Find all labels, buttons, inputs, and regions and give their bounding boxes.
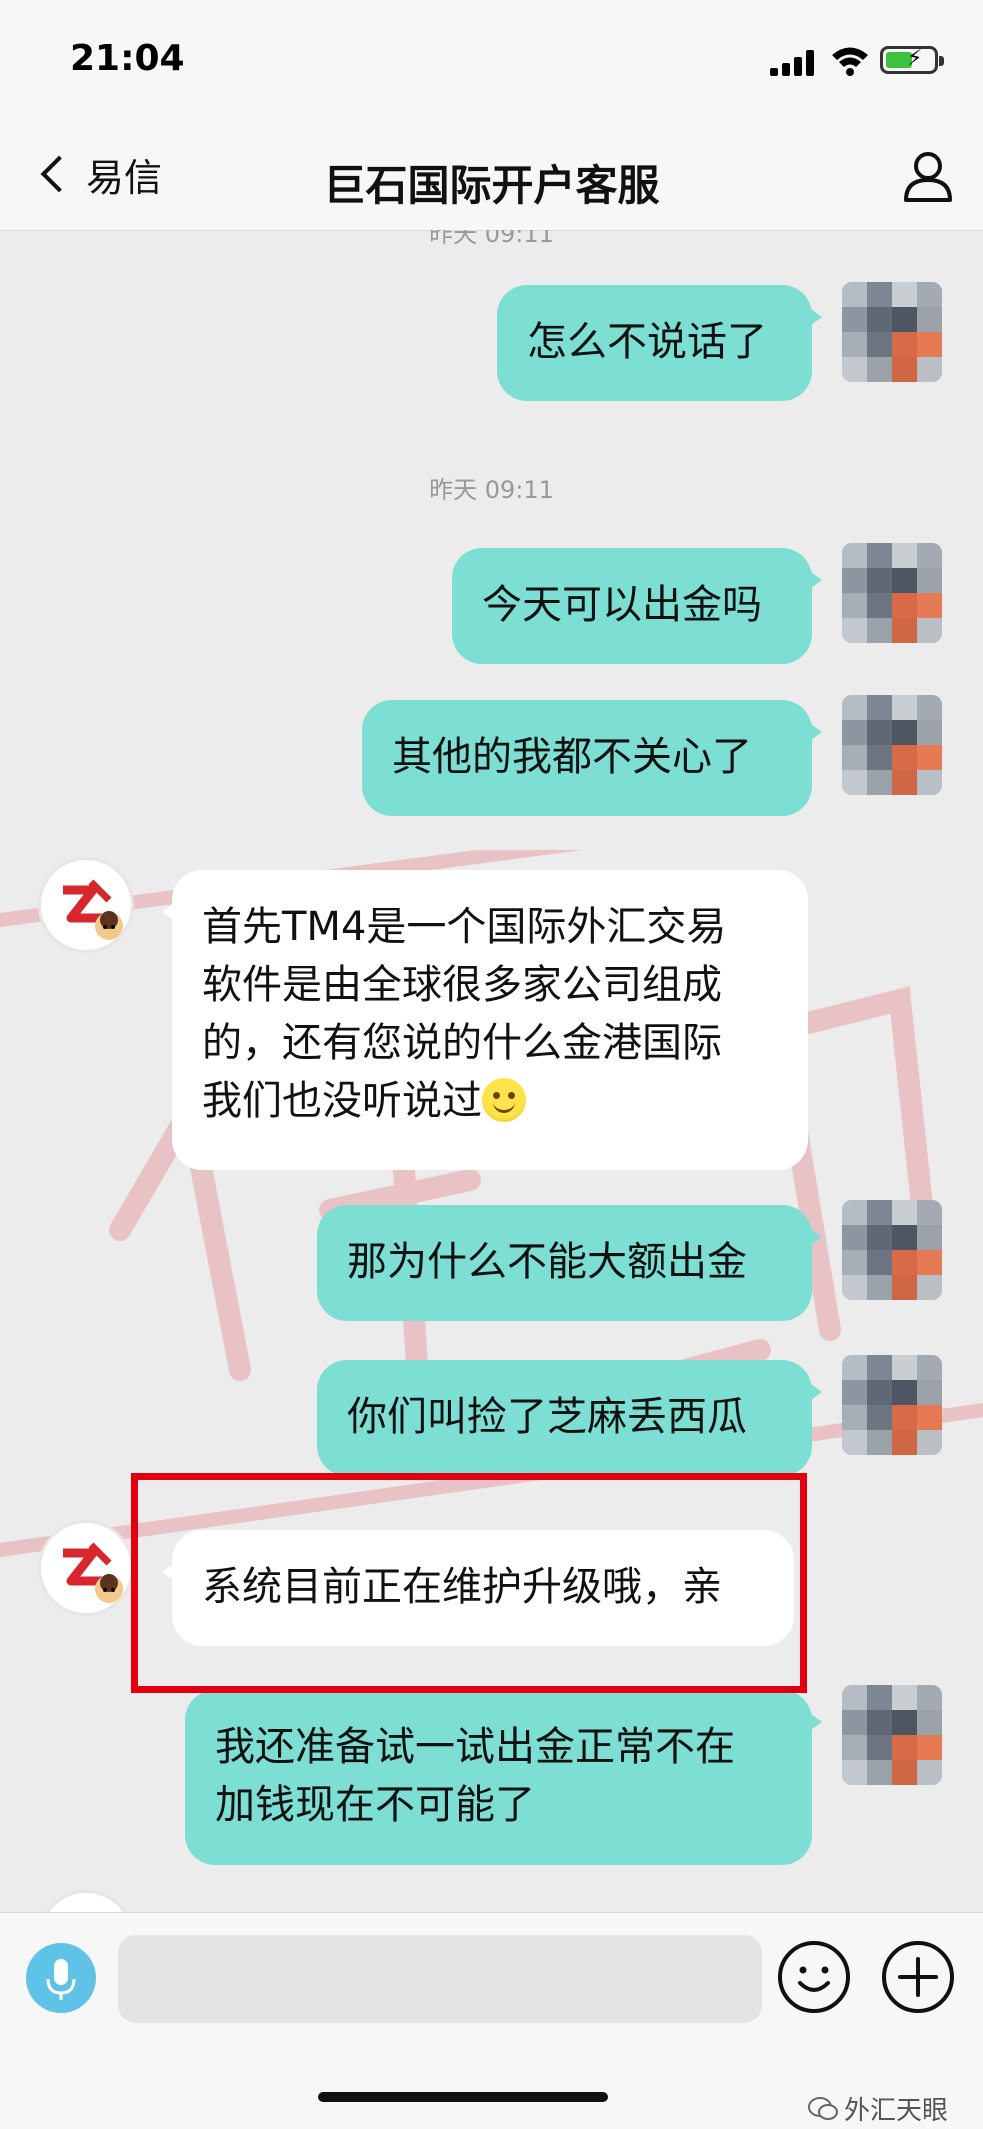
smiling-face-emoji-icon [482,1078,526,1122]
message-line: 的，还有您说的什么金港国际 [202,1020,722,1066]
message-text-input[interactable] [118,1935,762,2023]
page-title: 巨石国际开户客服 [323,161,660,210]
avatar-self-blurred[interactable] [842,695,942,795]
message-bubble-sent[interactable]: 其他的我都不关心了 [362,700,822,816]
agent-logo-icon [48,1530,124,1606]
microphone-icon [46,1959,76,2000]
avatar-service-agent[interactable] [38,857,134,953]
message-line: 我们也没听说过 [202,1072,778,1130]
message-text: 今天可以出金吗 [482,582,762,628]
message-text: 怎么不说话了 [527,319,767,365]
avatar-service-agent[interactable] [38,1520,134,1616]
message-text: 其他的我都不关心了 [392,734,752,780]
status-time: 21:04 [70,38,185,79]
avatar-service-agent[interactable] [38,1890,134,1912]
message-bubble-sent[interactable]: 今天可以出金吗 [452,548,822,664]
message-line: 软件是由全球很多家公司组成 [202,962,722,1008]
nav-bar: 易信 巨石国际开户客服 [0,118,983,231]
timestamp: 昨天 09:11 [429,476,554,504]
wifi-icon [832,47,868,76]
status-bar: 21:04 ⚡ [0,0,983,118]
avatar-self-blurred[interactable] [842,1200,942,1300]
wechat-icon [808,2096,838,2120]
voice-input-button[interactable] [26,1943,96,2013]
battery-charging-icon: ⚡ [880,46,944,74]
message-text: 那为什么不能大额出金 [347,1239,747,1285]
emoji-picker-icon[interactable] [776,1939,852,2015]
source-watermark-text: 外汇天眼 [844,2096,949,2126]
cellular-signal-icon [770,50,814,76]
message-bubble-sent[interactable]: 那为什么不能大额出金 [317,1205,822,1321]
message-line: 加钱现在不可能了 [215,1782,535,1828]
avatar-self-blurred[interactable] [842,1685,942,1785]
agent-logo-icon [48,867,124,943]
message-line: 我还准备试一试出金正常不在 [215,1724,735,1770]
contact-profile-icon[interactable] [900,148,956,204]
home-indicator [318,2092,608,2102]
message-text: 你们叫捡了芝麻丢西瓜 [347,1394,747,1440]
message-bubble-sent[interactable]: 你们叫捡了芝麻丢西瓜 [317,1360,822,1476]
message-bubble-sent[interactable]: 怎么不说话了 [497,285,822,401]
highlight-annotation-box [131,1473,807,1693]
add-attachment-icon[interactable] [880,1939,956,2015]
avatar-self-blurred[interactable] [842,282,942,382]
source-watermark: 外汇天眼 [808,2090,948,2127]
avatar-self-blurred[interactable] [842,1355,942,1455]
message-bubble-sent[interactable]: 我还准备试一试出金正常不在 加钱现在不可能了 [185,1690,822,1865]
timestamp-partial: 昨天 09:11 [429,230,554,248]
message-line: 首先TM4是一个国际外汇交易 [202,904,727,950]
message-bubble-received[interactable]: 首先TM4是一个国际外汇交易 软件是由全球很多家公司组成 的，还有您说的什么金港… [162,870,808,1170]
avatar-self-blurred[interactable] [842,543,942,643]
